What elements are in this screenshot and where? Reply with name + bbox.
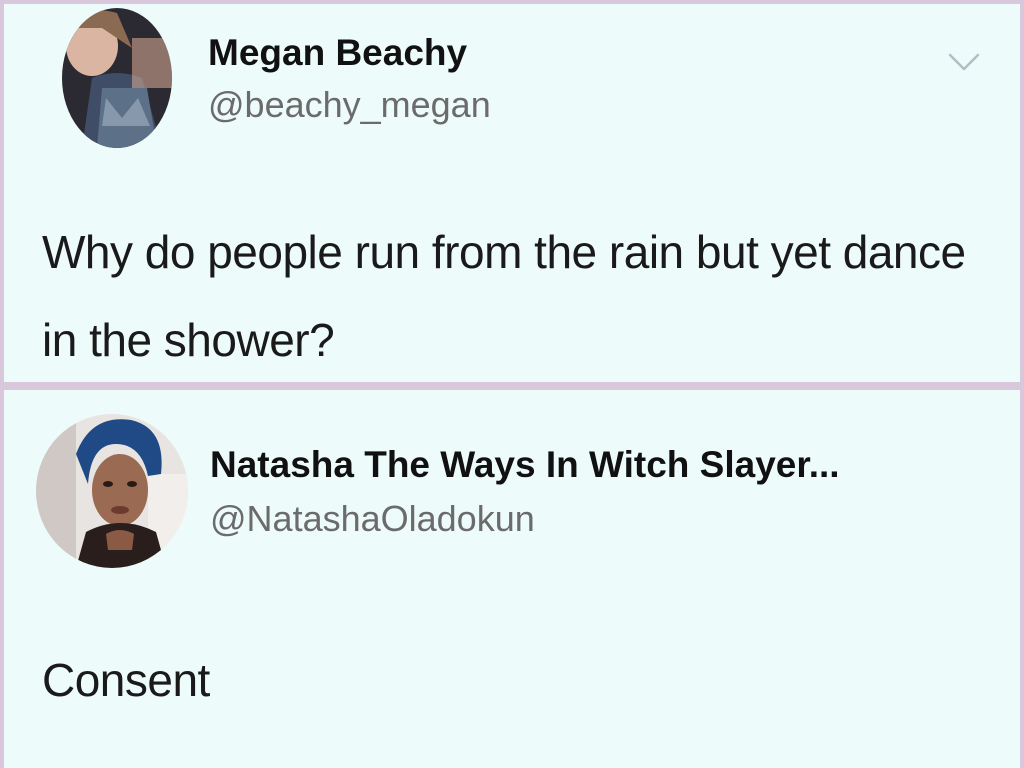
tweet-text: Consent — [42, 654, 210, 706]
tweet-text: Why do people run from the rain but yet … — [42, 226, 966, 366]
display-name[interactable]: Megan Beachy — [208, 32, 467, 74]
username-handle[interactable]: @beachy_megan — [208, 84, 491, 126]
profile-photo-icon — [62, 8, 172, 148]
tweet-card[interactable]: Megan Beachy @beachy_megan Why do people… — [4, 4, 1020, 382]
chevron-down-icon[interactable] — [946, 50, 982, 74]
avatar[interactable] — [62, 8, 172, 148]
profile-photo-icon — [36, 414, 188, 568]
username-handle[interactable]: @NatashaOladokun — [210, 498, 535, 540]
display-name[interactable]: Natasha The Ways In Witch Slayer... — [210, 444, 840, 486]
tweet-card[interactable]: Natasha The Ways In Witch Slayer... @Nat… — [4, 390, 1020, 768]
avatar[interactable] — [36, 414, 188, 568]
